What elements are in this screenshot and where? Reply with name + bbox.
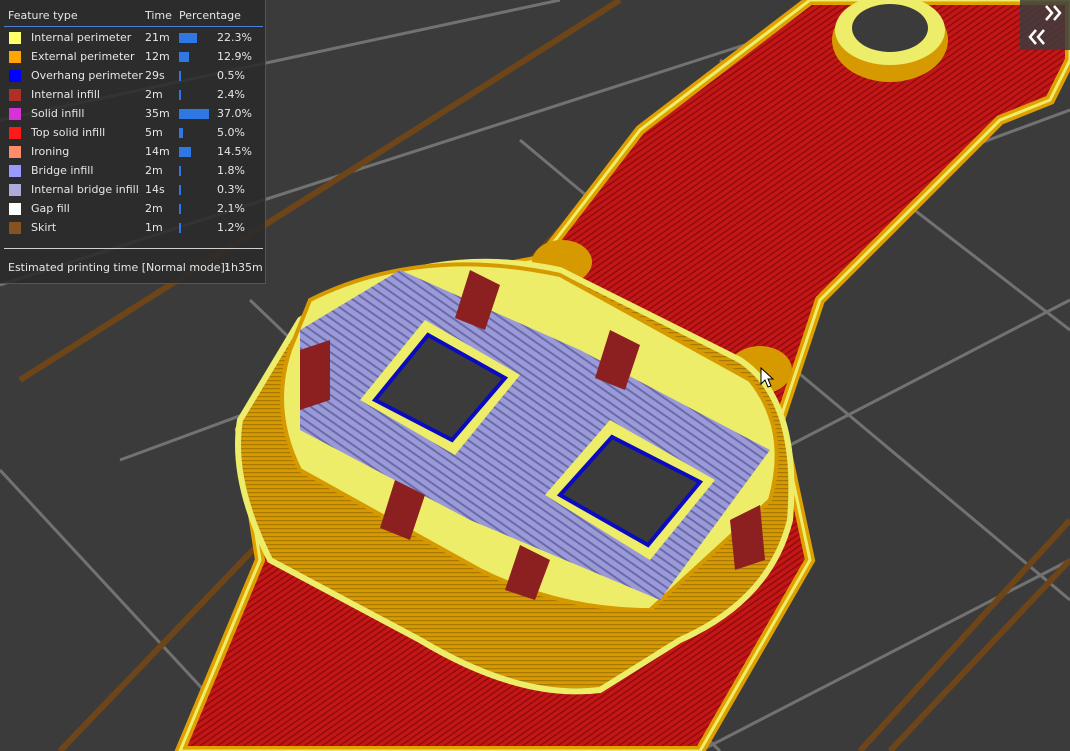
percentage-bar [179,147,191,157]
color-swatch [9,89,21,101]
color-swatch [9,51,21,63]
header-time: Time [145,9,172,22]
hole-ring [832,0,948,82]
legend-row[interactable]: Skirt 1m 1.2% [0,219,266,238]
legend-row[interactable]: Solid infill 35m 37.0% [0,105,266,124]
feature-label: Top solid infill [31,126,106,139]
legend-row[interactable]: Ironing 14m 14.5% [0,143,266,162]
feature-percentage: 5.0% [217,126,245,139]
color-swatch [9,108,21,120]
feature-percentage: 0.3% [217,183,245,196]
feature-label: Internal perimeter [31,31,132,44]
feature-percentage: 2.1% [217,202,245,215]
percentage-bar [179,128,183,138]
feature-percentage: 22.3% [217,31,252,44]
feature-label: Internal bridge infill [31,183,139,196]
feature-percentage: 2.4% [217,88,245,101]
feature-label: Gap fill [31,202,70,215]
color-swatch [9,222,21,234]
feature-percentage: 1.8% [217,164,245,177]
legend-row[interactable]: Internal infill 2m 2.4% [0,86,266,105]
feature-time: 29s [145,69,165,82]
legend-panel: Feature type Time Percentage Internal pe… [0,0,266,284]
estimated-time-value: 1h35m [224,261,263,274]
percentage-bar [179,166,181,176]
legend-row[interactable]: Top solid infill 5m 5.0% [0,124,266,143]
feature-time: 14m [145,145,170,158]
feature-time: 21m [145,31,170,44]
feature-label: Internal infill [31,88,100,101]
legend-row[interactable]: Internal bridge infill 14s 0.3% [0,181,266,200]
color-swatch [9,146,21,158]
legend-row[interactable]: Gap fill 2m 2.1% [0,200,266,219]
feature-percentage: 14.5% [217,145,252,158]
feature-label: Overhang perimeter [31,69,143,82]
color-swatch [9,203,21,215]
feature-time: 2m [145,164,163,177]
feature-time: 2m [145,202,163,215]
estimated-time-label: Estimated printing time [Normal mode]: [8,261,229,274]
percentage-bar [179,109,209,119]
color-swatch [9,70,21,82]
feature-label: Skirt [31,221,57,234]
feature-time: 12m [145,50,170,63]
feature-label: External perimeter [31,50,135,63]
percentage-bar [179,52,189,62]
percentage-bar [179,185,181,195]
percentage-bar [179,204,181,214]
legend-row[interactable]: External perimeter 12m 12.9% [0,48,266,67]
color-swatch [9,32,21,44]
percentage-bar [179,33,197,43]
double-chevron-collapse-icon [1028,5,1062,45]
header-feature-type: Feature type [8,9,78,22]
percentage-bar [179,90,181,100]
mouse-cursor-icon [760,367,774,388]
header-percentage: Percentage [179,9,241,22]
feature-time: 5m [145,126,163,139]
color-swatch [9,184,21,196]
legend-row[interactable]: Bridge infill 2m 1.8% [0,162,266,181]
color-swatch [9,127,21,139]
feature-time: 14s [145,183,165,196]
feature-time: 35m [145,107,170,120]
feature-percentage: 12.9% [217,50,252,63]
feature-percentage: 0.5% [217,69,245,82]
color-swatch [9,165,21,177]
feature-time: 2m [145,88,163,101]
feature-label: Bridge infill [31,164,94,177]
feature-label: Solid infill [31,107,85,120]
feature-label: Ironing [31,145,70,158]
legend-row[interactable]: Internal perimeter 21m 22.3% [0,29,266,48]
percentage-bar [179,223,181,233]
legend-separator [4,248,263,249]
legend-row[interactable]: Overhang perimeter 29s 0.5% [0,67,266,86]
feature-time: 1m [145,221,163,234]
feature-percentage: 37.0% [217,107,252,120]
percentage-bar [179,71,181,81]
header-divider [4,26,263,27]
sidebar-collapse-button[interactable] [1020,0,1070,50]
feature-percentage: 1.2% [217,221,245,234]
